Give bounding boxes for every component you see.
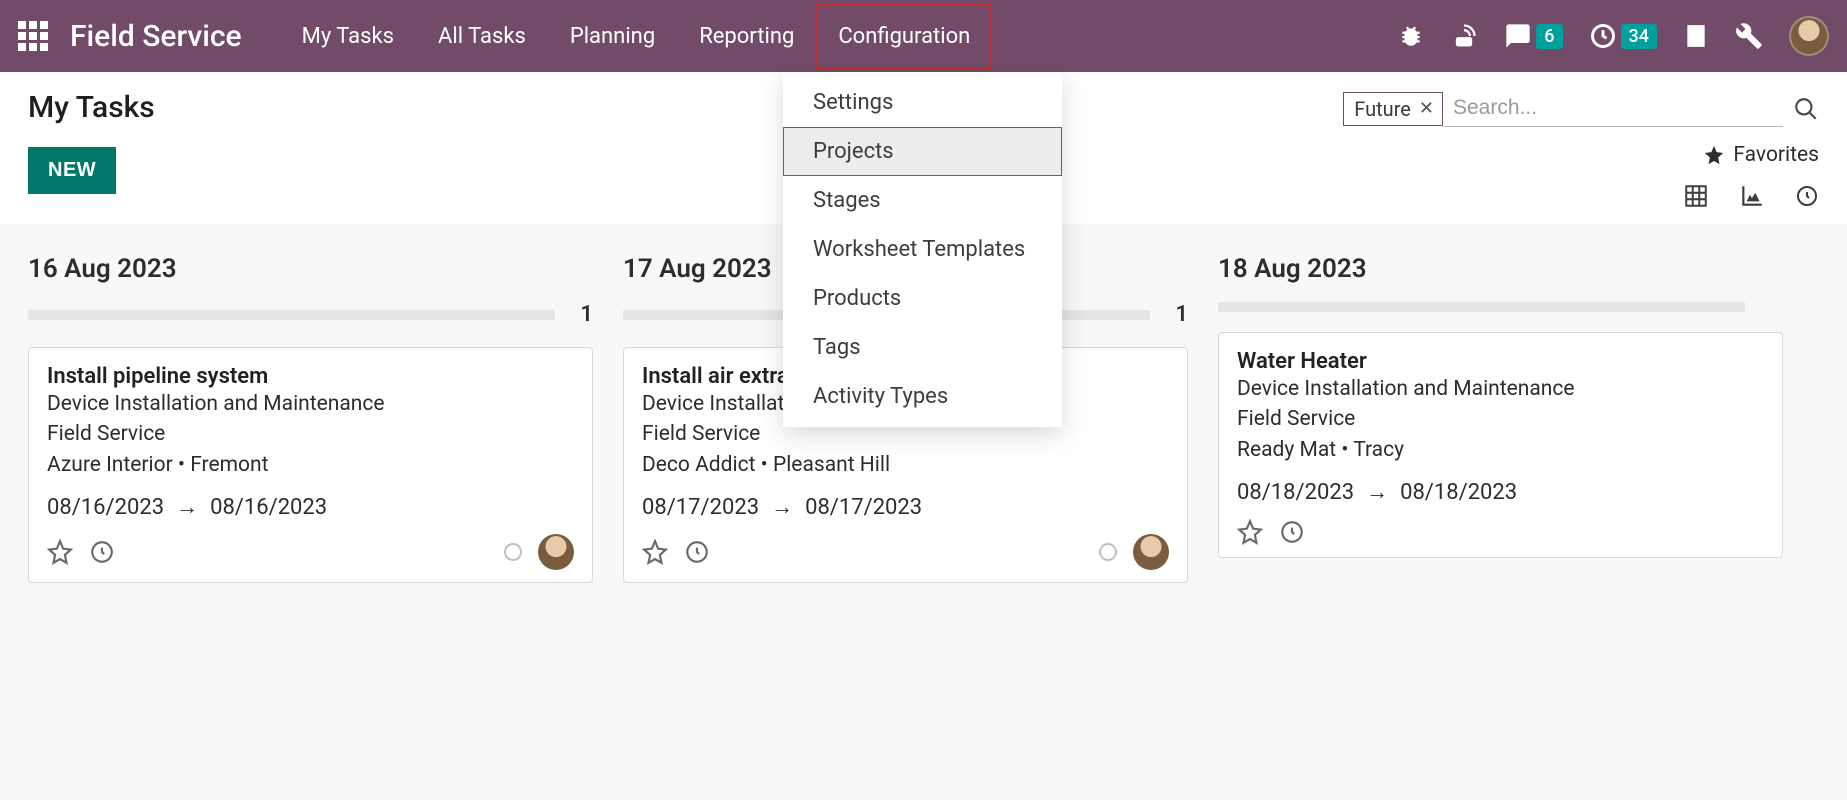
state-dot[interactable] — [1099, 543, 1117, 561]
page-title: My Tasks — [28, 90, 155, 125]
messages-badge: 6 — [1536, 24, 1562, 49]
task-date-to: 08/18/2023 — [1400, 480, 1517, 505]
dropdown-projects[interactable]: Projects — [783, 127, 1062, 176]
column-progress-bar[interactable] — [1218, 302, 1745, 312]
star-icon[interactable] — [642, 539, 668, 565]
star-icon[interactable] — [1237, 519, 1263, 545]
column-date[interactable]: 18 Aug 2023 — [1218, 254, 1783, 284]
clock-icon[interactable] — [1279, 519, 1305, 545]
view-activity-icon[interactable] — [1795, 184, 1819, 208]
topbar-right: 6 34 — [1398, 16, 1829, 56]
arrow-right-icon: → — [176, 494, 198, 520]
facet-label: Future — [1354, 97, 1411, 121]
view-pivot-icon[interactable] — [1683, 183, 1709, 209]
star-icon[interactable] — [47, 539, 73, 565]
apps-icon[interactable] — [18, 21, 48, 51]
new-button[interactable]: NEW — [28, 147, 116, 194]
task-card[interactable]: Water Heater Device Installation and Mai… — [1218, 332, 1783, 558]
nav-planning[interactable]: Planning — [548, 4, 677, 69]
building-icon[interactable] — [1683, 23, 1709, 49]
activities-icon[interactable]: 34 — [1589, 22, 1657, 50]
task-date-from: 08/18/2023 — [1237, 480, 1354, 505]
assignee-avatar[interactable] — [1133, 534, 1169, 570]
column-count: 1 — [569, 302, 593, 327]
arrow-right-icon: → — [1366, 479, 1388, 505]
column-count: 1 — [1164, 302, 1188, 327]
tools-icon[interactable] — [1735, 22, 1763, 50]
configuration-dropdown: Settings Projects Stages Worksheet Templ… — [783, 72, 1062, 427]
nav-reporting[interactable]: Reporting — [677, 4, 816, 69]
nav-all-tasks[interactable]: All Tasks — [416, 4, 548, 69]
search-area: Future ✕ Favorites — [1343, 90, 1819, 209]
task-date-from: 08/17/2023 — [642, 495, 759, 520]
clock-icon[interactable] — [684, 539, 710, 565]
task-customer: Deco Addict • Pleasant Hill — [642, 450, 1169, 480]
kanban-column: 16 Aug 2023 1 Install pipeline system De… — [28, 254, 593, 583]
task-date-to: 08/16/2023 — [210, 495, 327, 520]
kanban-column: 18 Aug 2023 Water Heater Device Installa… — [1218, 254, 1783, 583]
dropdown-tags[interactable]: Tags — [783, 323, 1062, 372]
view-graph-icon[interactable] — [1739, 183, 1765, 209]
dropdown-stages[interactable]: Stages — [783, 176, 1062, 225]
task-card[interactable]: Install pipeline system Device Installat… — [28, 347, 593, 583]
task-date-from: 08/16/2023 — [47, 495, 164, 520]
task-service: Field Service — [47, 419, 574, 449]
clock-icon[interactable] — [89, 539, 115, 565]
avatar[interactable] — [1789, 16, 1829, 56]
state-dot[interactable] — [504, 543, 522, 561]
task-project: Device Installation and Maintenance — [47, 389, 574, 419]
dropdown-activity-types[interactable]: Activity Types — [783, 372, 1062, 421]
nav-configuration[interactable]: Configuration — [816, 4, 992, 69]
task-title: Water Heater — [1237, 349, 1764, 374]
task-customer: Azure Interior • Fremont — [47, 450, 574, 480]
task-customer: Ready Mat • Tracy — [1237, 435, 1764, 465]
bug-icon[interactable] — [1398, 23, 1424, 49]
nav-items: My Tasks All Tasks Planning Reporting Co… — [280, 4, 993, 69]
search-icon[interactable] — [1793, 96, 1819, 122]
column-progress-bar[interactable] — [28, 310, 555, 320]
dropdown-worksheet-templates[interactable]: Worksheet Templates — [783, 225, 1062, 274]
task-service: Field Service — [1237, 404, 1764, 434]
task-date-to: 08/17/2023 — [805, 495, 922, 520]
search-input[interactable] — [1443, 90, 1783, 127]
favorites-menu[interactable]: Favorites — [1703, 143, 1819, 167]
topbar: Field Service My Tasks All Tasks Plannin… — [0, 0, 1847, 72]
arrow-right-icon: → — [771, 494, 793, 520]
search-facet[interactable]: Future ✕ — [1343, 92, 1443, 126]
nav-my-tasks[interactable]: My Tasks — [280, 4, 416, 69]
dial-icon[interactable] — [1450, 22, 1478, 50]
messages-icon[interactable]: 6 — [1504, 22, 1562, 50]
task-title: Install pipeline system — [47, 364, 574, 389]
app-title[interactable]: Field Service — [70, 19, 242, 54]
activities-badge: 34 — [1621, 24, 1657, 49]
dropdown-settings[interactable]: Settings — [783, 78, 1062, 127]
task-project: Device Installation and Maintenance — [1237, 374, 1764, 404]
column-date[interactable]: 16 Aug 2023 — [28, 254, 593, 284]
dropdown-products[interactable]: Products — [783, 274, 1062, 323]
assignee-avatar[interactable] — [538, 534, 574, 570]
facet-remove-icon[interactable]: ✕ — [1419, 98, 1434, 119]
favorites-label: Favorites — [1733, 143, 1819, 167]
